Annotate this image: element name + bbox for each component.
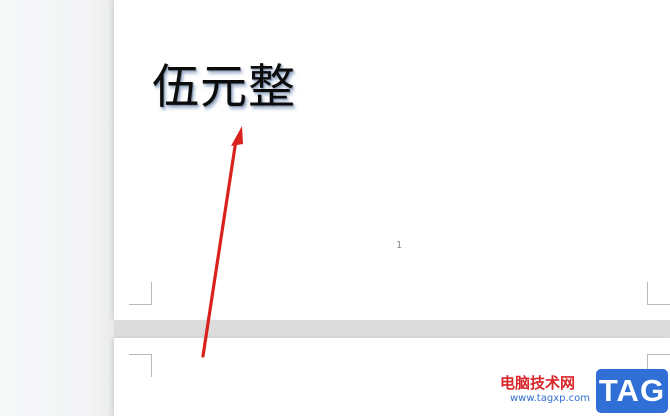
site-watermark: 电脑技术网 www.tagxp.com TAG [498, 367, 670, 416]
margin-corner-top-left [129, 354, 152, 377]
page-number: 1 [396, 240, 403, 251]
margin-corner-bottom-left [129, 282, 152, 305]
watermark-tag-logo: TAG [596, 369, 668, 413]
page-separator [114, 320, 670, 338]
watermark-site-name: 电脑技术网 [500, 374, 576, 392]
watermark-url: www.tagxp.com [510, 393, 590, 404]
document-canvas: 伍元整 1 电脑技术网 www.tagxp.com TAG [0, 0, 670, 416]
document-page-1[interactable]: 伍元整 1 [114, 0, 670, 320]
shadowed-text[interactable]: 伍元整 [152, 64, 296, 111]
margin-corner-bottom-right [647, 282, 670, 305]
workspace-margin [0, 0, 114, 416]
